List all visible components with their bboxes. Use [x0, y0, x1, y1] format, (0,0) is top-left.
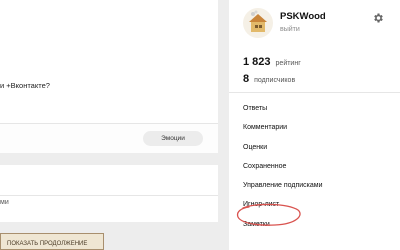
menu-item-ratings[interactable]: Оценки	[243, 142, 323, 161]
post-card: и +Вконтакте? Эмоции	[0, 0, 218, 153]
gear-icon[interactable]	[372, 12, 384, 24]
menu-item-comments[interactable]: Комментарии	[243, 122, 323, 141]
rating-stat: 1 823 рейтинг	[243, 56, 301, 68]
highlight-annotation	[236, 203, 301, 226]
username[interactable]: PSKWood	[280, 11, 326, 22]
rating-value: 1 823	[243, 56, 271, 68]
promo-image[interactable]: ПОКАЗАТЬ ПРОДОЛЖЕНИЕ	[0, 233, 104, 250]
avatar[interactable]	[243, 8, 273, 38]
subscribers-value: 8	[243, 73, 250, 85]
rating-label: рейтинг	[275, 60, 301, 67]
divider	[0, 195, 218, 196]
post-question-text: и +Вконтакте?	[0, 81, 50, 90]
post-footer: Эмоции	[0, 123, 218, 153]
comments-partial-text: ми	[0, 199, 9, 206]
comments-card: ми	[0, 165, 218, 222]
subscribers-label: подписчиков	[254, 77, 296, 84]
logout-link[interactable]: выйти	[280, 26, 300, 33]
menu-item-saved[interactable]: Сохраненное	[243, 161, 323, 180]
divider	[229, 92, 400, 93]
subscribers-stat[interactable]: 8 подписчиков	[243, 73, 295, 85]
menu-item-answers[interactable]: Ответы	[243, 103, 323, 122]
menu-item-manage-subscriptions[interactable]: Управление подписками	[243, 180, 323, 199]
emotions-button[interactable]: Эмоции	[143, 131, 203, 146]
